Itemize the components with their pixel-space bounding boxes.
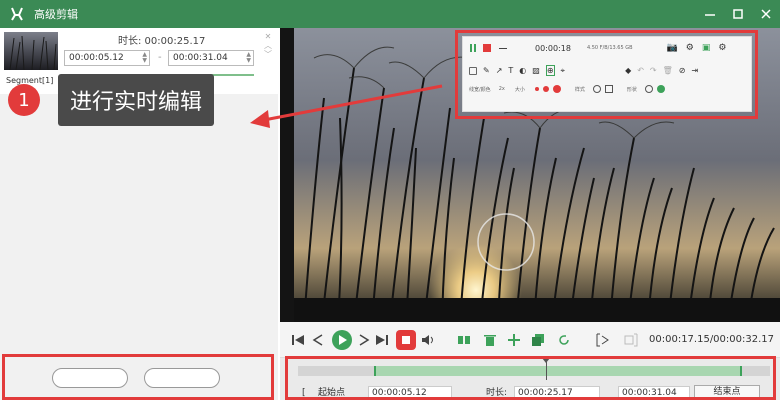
player-controls: 00:00:17.15/00:00:32.17 bbox=[280, 322, 780, 358]
record-stop-button[interactable] bbox=[396, 330, 416, 350]
segment-close-icon[interactable]: ✕ ︿ ﹀ bbox=[263, 32, 273, 59]
segment-duration: 时长: 00:00:25.17 bbox=[118, 36, 206, 47]
minimize-button[interactable] bbox=[696, 0, 724, 28]
step-number-badge: 1 bbox=[8, 84, 40, 116]
skip-to-start-icon[interactable] bbox=[292, 330, 304, 350]
set-start-mark-icon[interactable] bbox=[596, 330, 612, 350]
set-end-mark-icon[interactable] bbox=[622, 330, 638, 350]
highlight-box-toolbar bbox=[455, 30, 758, 119]
title-bar: 高级剪辑 bbox=[0, 0, 780, 28]
playback-time-readout: 00:00:17.15/00:00:32.17 bbox=[649, 334, 774, 345]
highlight-box-left bbox=[2, 354, 274, 400]
add-segment-icon[interactable] bbox=[508, 330, 520, 350]
segment-end-input[interactable]: 00:00:31.04 ▲ ▼ bbox=[168, 50, 254, 66]
reset-icon[interactable] bbox=[558, 330, 570, 350]
range-separator: - bbox=[158, 52, 162, 63]
play-button[interactable] bbox=[332, 330, 352, 350]
split-icon[interactable] bbox=[458, 330, 470, 350]
left-action-button-1[interactable] bbox=[52, 368, 128, 388]
segment-start-value: 00:00:05.12 bbox=[69, 53, 124, 63]
highlight-box-timeline bbox=[285, 356, 776, 400]
spin-arrows-icon[interactable]: ▲ ▼ bbox=[246, 52, 251, 64]
segment-start-input[interactable]: 00:00:05.12 ▲ ▼ bbox=[64, 50, 150, 66]
spin-arrows-icon[interactable]: ▲ ▼ bbox=[142, 52, 147, 64]
window-title: 高级剪辑 bbox=[34, 8, 78, 21]
skip-to-end-icon[interactable] bbox=[376, 330, 388, 350]
segment-end-value: 00:00:31.04 bbox=[173, 53, 228, 63]
next-frame-icon[interactable] bbox=[358, 330, 370, 350]
copy-segment-icon[interactable] bbox=[532, 330, 544, 350]
callout-text: 进行实时编辑 bbox=[58, 74, 215, 126]
previous-frame-icon[interactable] bbox=[312, 330, 324, 350]
close-button[interactable] bbox=[752, 0, 780, 28]
left-action-button-2[interactable] bbox=[144, 368, 220, 388]
delete-segment-icon[interactable] bbox=[484, 330, 496, 350]
volume-icon[interactable] bbox=[422, 330, 436, 350]
annotation-callout: 1 进行实时编辑 bbox=[8, 72, 215, 128]
segment-thumbnail bbox=[4, 32, 58, 70]
app-logo-icon bbox=[8, 5, 26, 23]
maximize-button[interactable] bbox=[724, 0, 752, 28]
